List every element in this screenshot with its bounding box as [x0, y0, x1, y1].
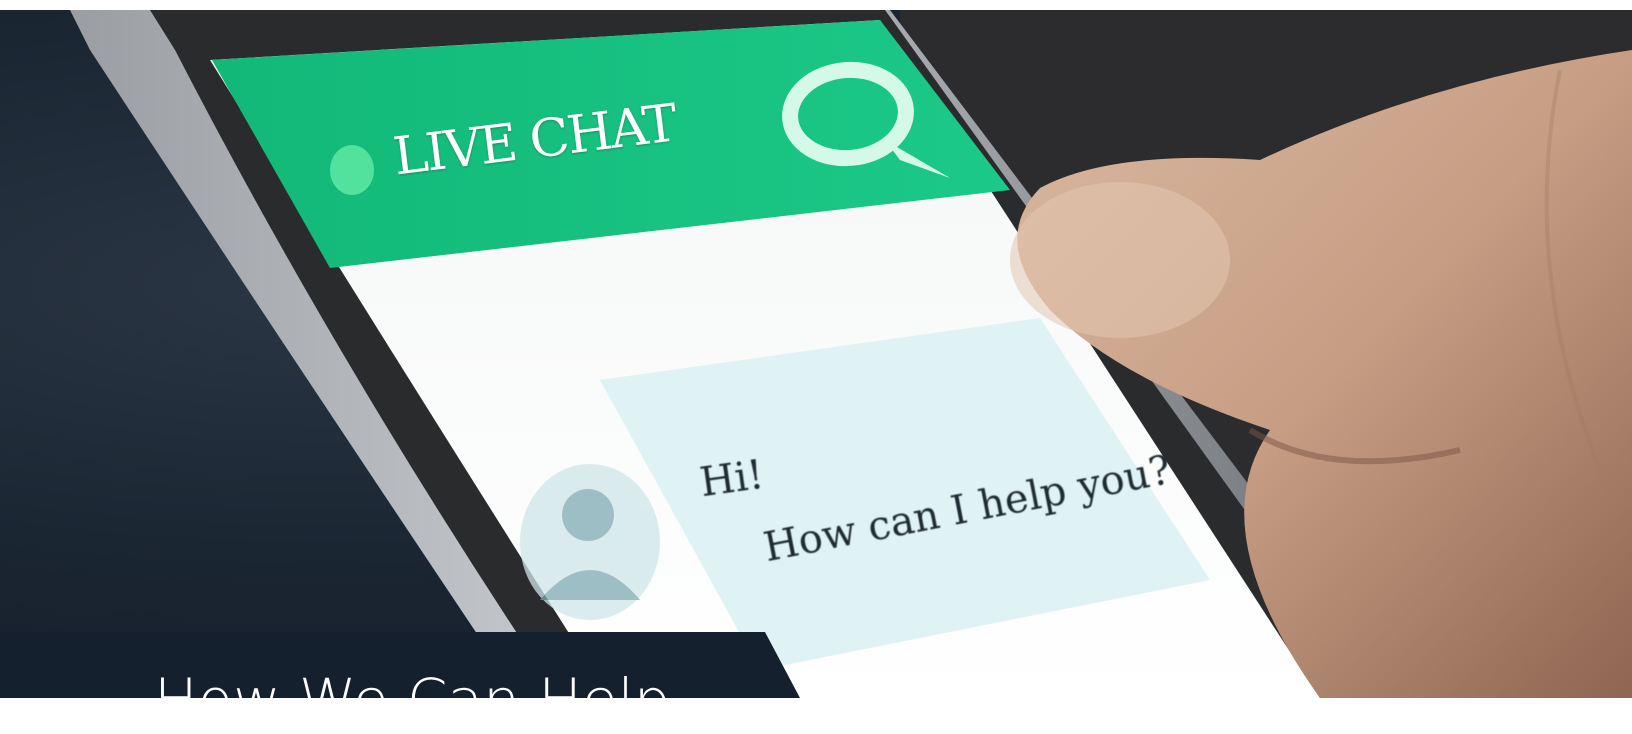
phone-illustration [70, 10, 1632, 698]
section-title: How We Can Help [154, 666, 671, 734]
online-status-dot [330, 145, 374, 195]
chat-message-line-1: Hi! [697, 451, 767, 507]
hero-photo: LIVE CHAT Hi! How can I help you? [0, 10, 1632, 698]
agent-avatar [520, 464, 660, 620]
